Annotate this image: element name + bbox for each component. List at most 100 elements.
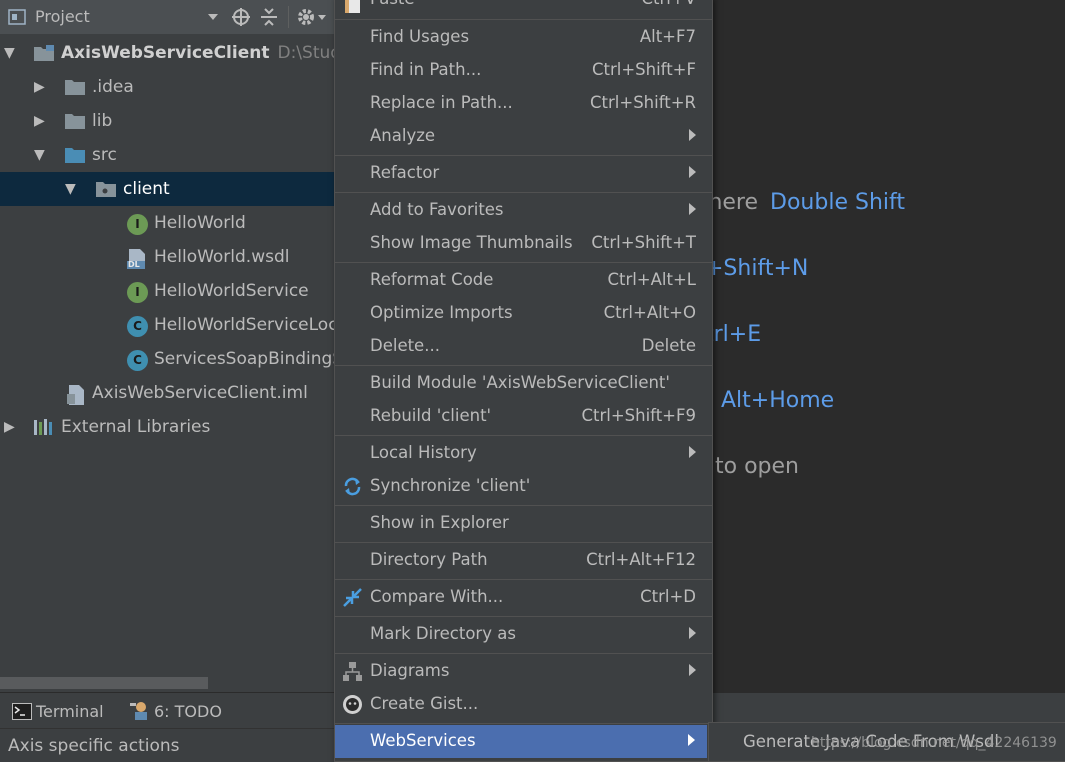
- watermark-url: https://blog.csdn.net/qq_42246139: [811, 735, 1057, 751]
- tab-todo[interactable]: 6: TODO: [128, 693, 238, 729]
- tree-item-label: .idea: [92, 77, 134, 97]
- menu-item-show-image-thumbnails[interactable]: Show Image Thumbnails Ctrl+Shift+T: [335, 227, 712, 260]
- menu-item-delete[interactable]: Delete... Delete: [335, 330, 712, 363]
- menu-item-compare-with[interactable]: Compare With... Ctrl+D: [335, 581, 712, 614]
- tree-item-label: AxisWebServiceClient.iml: [92, 383, 308, 403]
- menu-item-reformat-code[interactable]: Reformat Code Ctrl+Alt+L: [335, 264, 712, 297]
- menu-separator: [335, 542, 712, 543]
- wsdl-file-badge: DL: [128, 260, 140, 269]
- collapsed-arrow-icon[interactable]: ▶: [4, 419, 15, 435]
- iml-file-icon: [67, 385, 84, 405]
- hint-shortcut: +Shift+N: [705, 256, 809, 281]
- tree-item-servicessoapbinding[interactable]: C ServicesSoapBindingS: [0, 342, 334, 376]
- menu-item-rebuild[interactable]: Rebuild 'client' Ctrl+Shift+F9: [335, 400, 712, 433]
- collapsed-arrow-icon[interactable]: ▶: [34, 79, 45, 95]
- hint-shortcut: Double Shift: [770, 190, 905, 215]
- project-panel-header: Project: [0, 0, 334, 34]
- locate-icon[interactable]: [231, 7, 251, 27]
- menu-item-mark-directory-as[interactable]: Mark Directory as: [335, 618, 712, 651]
- project-tool-window: Project ▼ AxisWebServiceClient D:\Stude: [0, 0, 334, 692]
- collapse-all-icon[interactable]: [259, 7, 279, 27]
- menu-separator: [335, 653, 712, 654]
- menu-item-webservices[interactable]: WebServices: [335, 725, 707, 758]
- submenu-arrow-icon: [688, 734, 695, 746]
- menu-item-refactor[interactable]: Refactor: [335, 157, 712, 190]
- tab-terminal[interactable]: Terminal: [8, 693, 108, 729]
- menu-separator: [335, 365, 712, 366]
- tree-item-src[interactable]: ▼ src: [0, 138, 334, 172]
- tree-item-idea[interactable]: ▶ .idea: [0, 70, 334, 104]
- webservices-submenu: Generate Java Code From Wsdl https://blo…: [708, 722, 1065, 762]
- tree-item-label: lib: [92, 111, 113, 131]
- goto-file-hint: +Shift+N: [705, 256, 808, 281]
- tree-item-wsdl[interactable]: DL HelloWorld.wsdl: [0, 240, 334, 274]
- menu-separator: [335, 155, 712, 156]
- synchronize-icon: [344, 477, 361, 496]
- tab-label: Terminal: [36, 702, 104, 721]
- tree-item-iml[interactable]: AxisWebServiceClient.iml: [0, 376, 334, 410]
- tree-item-client[interactable]: ▼ client: [0, 172, 334, 206]
- tree-item-helloworldservice[interactable]: I HelloWorldService: [0, 274, 334, 308]
- project-panel-title[interactable]: Project: [35, 7, 90, 26]
- tree-item-label: External Libraries: [61, 417, 211, 437]
- tree-item-label: src: [92, 145, 117, 165]
- collapsed-arrow-icon[interactable]: ▶: [34, 113, 45, 129]
- menu-item-synchronize[interactable]: Synchronize 'client': [335, 470, 712, 503]
- tree-item-external-libraries[interactable]: ▶ External Libraries: [0, 410, 334, 444]
- menu-separator: [335, 723, 712, 724]
- tree-item-helloworld[interactable]: I HelloWorld: [0, 206, 334, 240]
- expanded-arrow-icon[interactable]: ▼: [65, 181, 76, 197]
- tree-item-label: ServicesSoapBindingS: [154, 349, 334, 369]
- chevron-down-icon[interactable]: [207, 13, 219, 22]
- terminal-icon: [12, 703, 32, 720]
- gear-icon[interactable]: [296, 7, 328, 27]
- menu-item-local-history[interactable]: Local History: [335, 437, 712, 470]
- package-icon: [96, 182, 116, 197]
- submenu-arrow-icon: [689, 203, 696, 215]
- submenu-arrow-icon: [689, 129, 696, 141]
- menu-separator: [335, 616, 712, 617]
- menu-item-paste[interactable]: Paste Ctrl+V: [335, 0, 712, 16]
- drop-files-hint: to open: [715, 454, 799, 479]
- tree-item-project-root[interactable]: ▼ AxisWebServiceClient D:\Stude: [0, 36, 334, 70]
- menu-item-build-module[interactable]: Build Module 'AxisWebServiceClient': [335, 367, 712, 400]
- menu-item-find-in-path[interactable]: Find in Path... Ctrl+Shift+F: [335, 54, 712, 87]
- menu-item-optimize-imports[interactable]: Optimize Imports Ctrl+Alt+O: [335, 297, 712, 330]
- tree-item-label: HelloWorldService: [154, 281, 309, 301]
- menu-item-create-gist[interactable]: Create Gist...: [335, 688, 712, 721]
- submenu-arrow-icon: [689, 166, 696, 178]
- todo-icon: [130, 702, 147, 720]
- menu-item-show-in-explorer[interactable]: Show in Explorer: [335, 507, 712, 540]
- library-icon: [34, 419, 52, 435]
- menu-item-directory-path[interactable]: Directory Path Ctrl+Alt+F12: [335, 544, 712, 577]
- expanded-arrow-icon[interactable]: ▼: [34, 147, 45, 163]
- menu-separator: [335, 435, 712, 436]
- navigation-bar-hint: Alt+Home: [721, 388, 834, 413]
- class-icon: C: [127, 316, 148, 337]
- tree-item-label: AxisWebServiceClient: [61, 43, 270, 63]
- submenu-arrow-icon: [689, 664, 696, 676]
- tree-item-helloworldservicelocator[interactable]: C HelloWorldServiceLoca: [0, 308, 334, 342]
- submenu-arrow-icon: [689, 446, 696, 458]
- menu-item-add-to-favorites[interactable]: Add to Favorites: [335, 194, 712, 227]
- horizontal-scrollbar[interactable]: [0, 677, 208, 689]
- menu-item-analyze[interactable]: Analyze: [335, 120, 712, 153]
- github-icon: [343, 695, 362, 714]
- menu-item-replace-in-path[interactable]: Replace in Path... Ctrl+Shift+R: [335, 87, 712, 120]
- tree-item-label: client: [123, 179, 170, 199]
- context-menu: Paste Ctrl+V Find Usages Alt+F7 Find in …: [334, 0, 713, 762]
- tree-item-label: HelloWorld: [154, 213, 246, 233]
- submenu-arrow-icon: [689, 627, 696, 639]
- folder-icon: [65, 114, 85, 129]
- class-icon: C: [127, 350, 148, 371]
- expanded-arrow-icon[interactable]: ▼: [4, 45, 15, 61]
- paste-icon: [345, 0, 360, 13]
- menu-separator: [335, 19, 712, 20]
- module-folder-icon: [34, 45, 54, 61]
- menu-item-find-usages[interactable]: Find Usages Alt+F7: [335, 21, 712, 54]
- diagram-icon: [343, 662, 362, 681]
- tree-item-lib[interactable]: ▶ lib: [0, 104, 334, 138]
- tree-item-label: HelloWorldServiceLoca: [154, 315, 334, 335]
- menu-item-diagrams[interactable]: Diagrams: [335, 655, 712, 688]
- header-divider: [288, 6, 289, 28]
